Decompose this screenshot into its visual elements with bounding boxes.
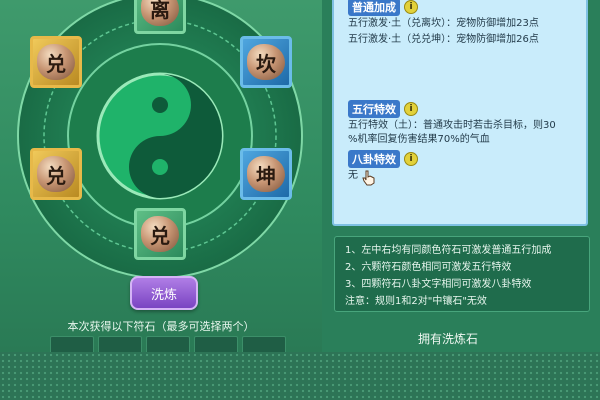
info-icon[interactable]: i <box>404 152 418 166</box>
rune-stone: 离 <box>141 0 179 26</box>
info-icon[interactable]: i <box>404 102 418 116</box>
rule-line: 3、四颗符石八卦文字相同可激发八卦特效 <box>345 279 532 290</box>
info-panel: 普通加成 i 五行激发·土（兑离坎）：宠物防御增加23点 五行激发·土（兑兑坤）… <box>322 0 600 352</box>
hand-cursor-icon <box>362 170 375 186</box>
rune-stone: 坤 <box>247 156 285 192</box>
rule-note: 注意：规则1和2对"中镶石"无效 <box>345 296 487 307</box>
bonus-line: 五行激发·土（兑离坎）：宠物防御增加23点 <box>348 18 539 29</box>
rules-box: 1、左中右均有同颜色符石可激发普通五行加成 2、六颗符石颜色相同可激发五行特效 … <box>334 236 590 312</box>
rune-stone: 兑 <box>37 44 75 80</box>
info-icon[interactable]: i <box>404 0 418 14</box>
yin-yang-icon <box>96 72 224 200</box>
effect-info-box: 普通加成 i 五行激发·土（兑离坎）：宠物防御增加23点 五行激发·土（兑兑坤）… <box>332 0 588 226</box>
bottom-strip <box>0 352 600 400</box>
rune-slot-lower-right[interactable]: 坤 <box>240 148 292 200</box>
rune-slot-upper-right[interactable]: 坎 <box>240 36 292 88</box>
rule-line: 1、左中右均有同颜色符石可激发普通五行加成 <box>345 245 552 256</box>
element-line: 五行特效（土）：普通攻击时若击杀目标，则30 <box>348 120 556 131</box>
rune-slot-upper-left[interactable]: 兑 <box>30 36 82 88</box>
bonus-line: 五行激发·土（兑兑坤）：宠物防御增加26点 <box>348 34 539 45</box>
rune-stone: 兑 <box>37 156 75 192</box>
selection-hint: 本次获得以下符石（最多可选择两个） <box>67 320 255 333</box>
rune-stone: 坎 <box>247 44 285 80</box>
wash-button[interactable]: 洗炼 <box>130 276 198 310</box>
own-stones-label: 拥有洗炼石 <box>418 332 479 346</box>
rune-slot-lower-left[interactable]: 兑 <box>30 148 82 200</box>
rune-slot-bottom[interactable]: 兑 <box>134 208 186 260</box>
element-line: %机率回复伤害结果70%的气血 <box>348 134 490 145</box>
rune-stone: 兑 <box>141 216 179 252</box>
rule-line: 2、六颗符石颜色相同可激发五行特效 <box>345 262 512 273</box>
trigram-value: 无 <box>348 170 358 181</box>
rune-slot-top[interactable]: 离 <box>134 0 186 34</box>
wheel-panel: 离 兑 坎 兑 坤 兑 洗炼 本次获得以下符石（最多可选择两个） <box>0 0 322 356</box>
